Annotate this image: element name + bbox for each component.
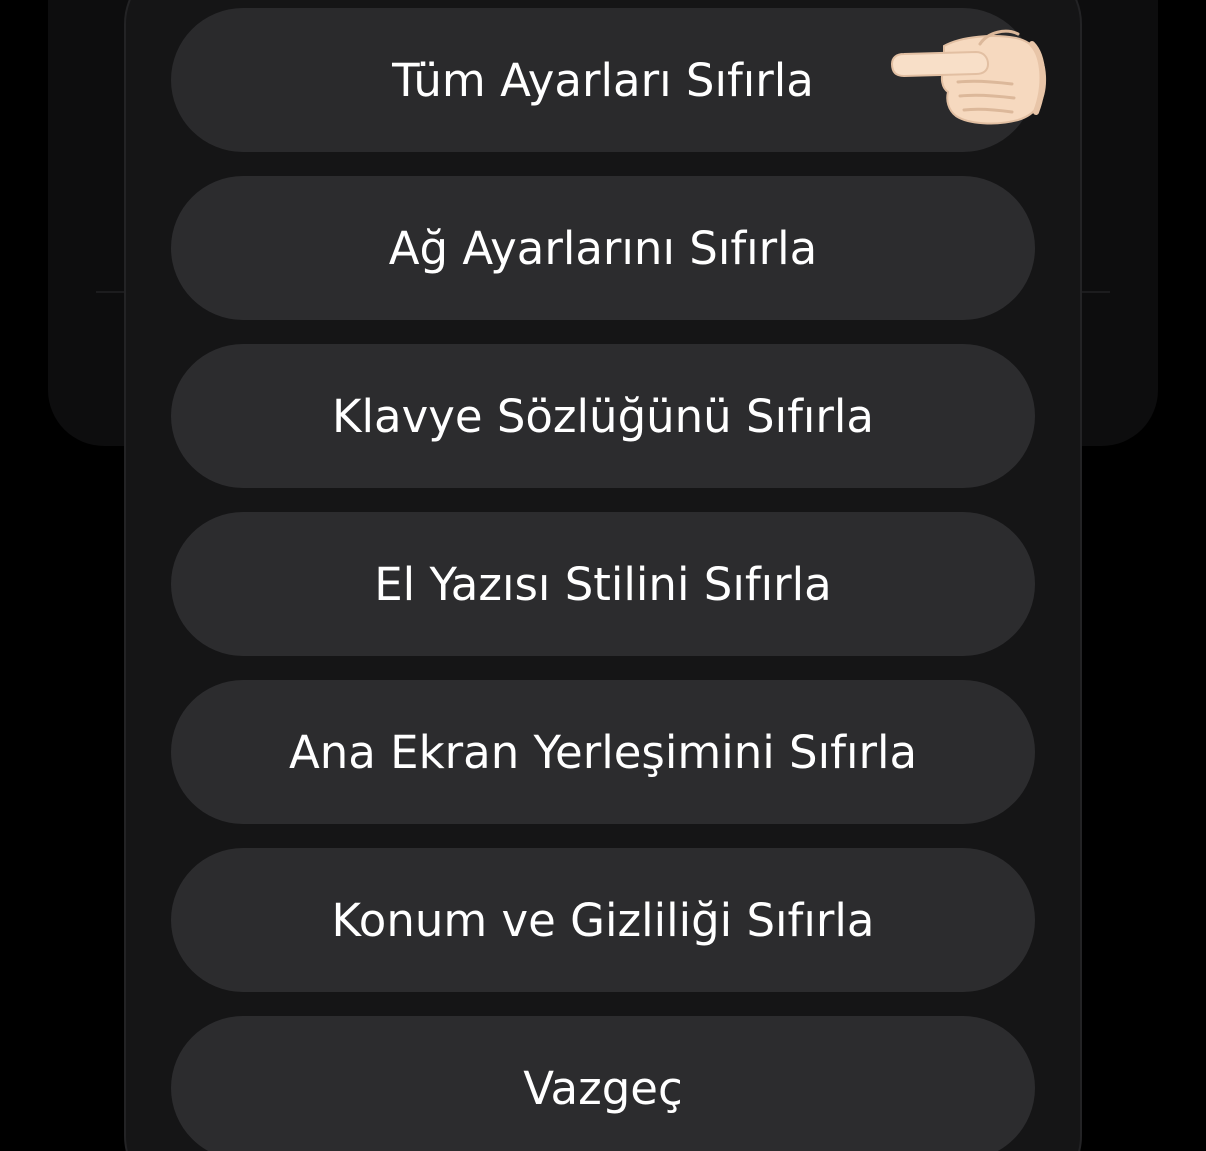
reset-handwriting-style-button[interactable]: El Yazısı Stilini Sıfırla (171, 512, 1035, 656)
pointing-hand-icon (890, 29, 1047, 125)
reset-location-privacy-label: Konum ve Gizliliği Sıfırla (331, 893, 875, 947)
reset-home-screen-layout-button[interactable]: Ana Ekran Yerleşimini Sıfırla (171, 680, 1035, 824)
cancel-button[interactable]: Vazgeç (171, 1016, 1035, 1151)
reset-home-screen-layout-label: Ana Ekran Yerleşimini Sıfırla (288, 725, 918, 779)
reset-network-settings-label: Ağ Ayarlarını Sıfırla (388, 221, 818, 275)
screen: Tüm Ayarları Sıfırla Ağ Ayarlarını Sıfır… (0, 0, 1206, 1151)
reset-keyboard-dictionary-button[interactable]: Klavye Sözlüğünü Sıfırla (171, 344, 1035, 488)
reset-all-settings-label: Tüm Ayarları Sıfırla (392, 53, 814, 107)
reset-network-settings-button[interactable]: Ağ Ayarlarını Sıfırla (171, 176, 1035, 320)
cancel-label: Vazgeç (523, 1061, 683, 1115)
reset-handwriting-style-label: El Yazısı Stilini Sıfırla (374, 557, 832, 611)
reset-location-privacy-button[interactable]: Konum ve Gizliliği Sıfırla (171, 848, 1035, 992)
reset-keyboard-dictionary-label: Klavye Sözlüğünü Sıfırla (332, 389, 874, 443)
